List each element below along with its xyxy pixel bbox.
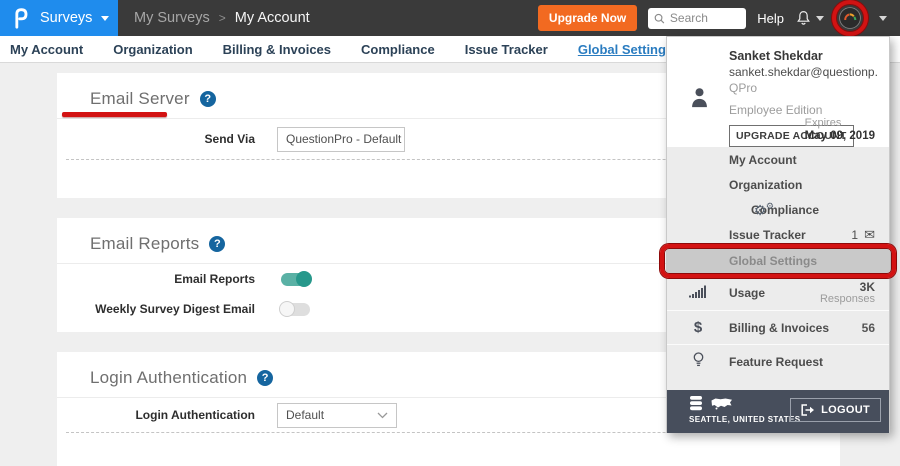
chevron-down-icon xyxy=(377,412,388,419)
menu-item-label: Global Settings xyxy=(729,254,817,268)
menu-item-label: My Account xyxy=(729,153,797,167)
bar-chart-icon xyxy=(687,285,709,301)
billing-count: 56 xyxy=(862,321,875,335)
login-auth-label: Login Authentication xyxy=(57,408,255,422)
tab-compliance[interactable]: Compliance xyxy=(361,42,435,57)
weekly-digest-label: Weekly Survey Digest Email xyxy=(57,302,255,316)
user-edition: Employee Edition xyxy=(729,103,879,117)
tab-billing-invoices[interactable]: Billing & Invoices xyxy=(223,42,331,57)
search-box[interactable] xyxy=(648,8,746,29)
tab-my-account[interactable]: My Account xyxy=(10,42,83,57)
breadcrumb-parent[interactable]: My Surveys xyxy=(134,10,210,26)
expires-block: Expires May 09, 2019 xyxy=(805,117,875,142)
surveys-product-menu[interactable]: Surveys xyxy=(0,0,118,36)
help-icon[interactable]: ? xyxy=(209,236,225,252)
section-title: Login Authentication xyxy=(90,368,247,388)
toggle-knob xyxy=(279,301,295,317)
menu-item-label: Billing & Invoices xyxy=(729,321,829,335)
menu-filler xyxy=(667,378,889,389)
menu-item-label: Usage xyxy=(729,286,765,300)
top-bar-actions: Upgrade Now Help xyxy=(538,5,900,31)
email-reports-toggle[interactable] xyxy=(281,273,310,286)
breadcrumb: My Surveys > My Account xyxy=(134,10,310,26)
menu-item-label: Organization xyxy=(729,178,802,192)
section-title: Email Reports xyxy=(90,234,199,254)
database-icon xyxy=(689,396,703,411)
login-auth-value: Default xyxy=(286,408,324,422)
expires-date: May 09, 2019 xyxy=(805,130,875,142)
user-avatar[interactable] xyxy=(839,7,861,29)
user-dropdown-panel: Sanket Shekdar sanket.shekdar@questionp.… xyxy=(666,36,890,433)
logout-button[interactable]: LOGOUT xyxy=(790,398,881,422)
mail-icon: ✉ xyxy=(864,227,875,243)
breadcrumb-current: My Account xyxy=(235,10,310,26)
usage-count: 3K xyxy=(820,281,875,293)
lightbulb-icon xyxy=(687,352,709,371)
toggle-knob xyxy=(296,271,312,287)
send-via-value: QuestionPro - Default xyxy=(286,132,401,146)
gears-icon: ⚙⚙ xyxy=(749,203,771,217)
section-title: Email Server xyxy=(90,89,190,109)
usage-caption: Responses xyxy=(820,293,875,305)
questionpro-logo-icon xyxy=(11,7,31,29)
dollar-icon: $ xyxy=(687,319,709,336)
tab-organization[interactable]: Organization xyxy=(113,42,192,57)
upgrade-now-button[interactable]: Upgrade Now xyxy=(538,5,637,31)
menu-item-global-settings[interactable]: Global Settings xyxy=(667,247,889,275)
search-icon xyxy=(654,12,665,25)
user-panel-footer: SEATTLE, UNITED STATES LOGOUT xyxy=(667,390,889,433)
login-auth-select[interactable]: Default xyxy=(277,403,397,428)
menu-item-billing-invoices[interactable]: $ Billing & Invoices 56 xyxy=(667,310,889,344)
chevron-down-icon xyxy=(816,16,824,21)
menu-item-my-account[interactable]: My Account xyxy=(667,147,889,172)
user-name: Sanket Shekdar xyxy=(729,48,879,64)
top-bar: Surveys My Surveys > My Account Upgrade … xyxy=(0,0,900,36)
send-via-label: Send Via xyxy=(57,132,255,146)
usage-value: 3K Responses xyxy=(820,281,875,305)
chevron-down-icon xyxy=(879,16,887,21)
usa-map-icon xyxy=(711,397,733,411)
product-menu-label: Surveys xyxy=(40,10,92,26)
notifications-button[interactable] xyxy=(795,9,824,27)
avatar-image xyxy=(839,7,861,29)
logout-icon xyxy=(801,404,815,416)
tab-global-settings[interactable]: Global Settings xyxy=(578,42,673,57)
weekly-digest-toggle[interactable] xyxy=(281,303,310,316)
user-menu-list: My Account Organization ⚙⚙ Compliance Is… xyxy=(667,147,889,390)
user-info-section: Sanket Shekdar sanket.shekdar@questionp.… xyxy=(667,37,889,147)
help-link[interactable]: Help xyxy=(757,11,784,26)
menu-item-compliance[interactable]: ⚙⚙ Compliance xyxy=(667,197,889,222)
search-input[interactable] xyxy=(670,11,740,25)
menu-item-issue-tracker[interactable]: Issue Tracker 1 ✉ xyxy=(667,222,889,247)
menu-item-feature-request[interactable]: Feature Request xyxy=(667,344,889,378)
menu-item-organization[interactable]: Organization xyxy=(667,172,889,197)
menu-item-label: Feature Request xyxy=(729,355,823,369)
user-company: QPro xyxy=(729,80,879,96)
chevron-down-icon xyxy=(101,16,109,21)
expires-label: Expires xyxy=(805,117,875,130)
email-reports-label: Email Reports xyxy=(57,272,255,286)
tab-issue-tracker[interactable]: Issue Tracker xyxy=(465,42,548,57)
logout-label: LOGOUT xyxy=(821,404,870,416)
person-icon xyxy=(689,86,710,109)
menu-item-label: Issue Tracker xyxy=(729,228,806,242)
send-via-select[interactable]: QuestionPro - Default xyxy=(277,127,405,152)
user-email: sanket.shekdar@questionp... xyxy=(729,64,879,80)
menu-item-usage[interactable]: Usage 3K Responses xyxy=(667,275,889,310)
help-icon[interactable]: ? xyxy=(200,91,216,107)
breadcrumb-separator: > xyxy=(219,11,226,25)
issue-tracker-badge: 1 ✉ xyxy=(851,227,875,243)
bell-icon xyxy=(795,9,812,27)
issue-count: 1 xyxy=(851,228,858,242)
questionpro-app: Surveys My Surveys > My Account Upgrade … xyxy=(0,0,900,466)
help-icon[interactable]: ? xyxy=(257,370,273,386)
